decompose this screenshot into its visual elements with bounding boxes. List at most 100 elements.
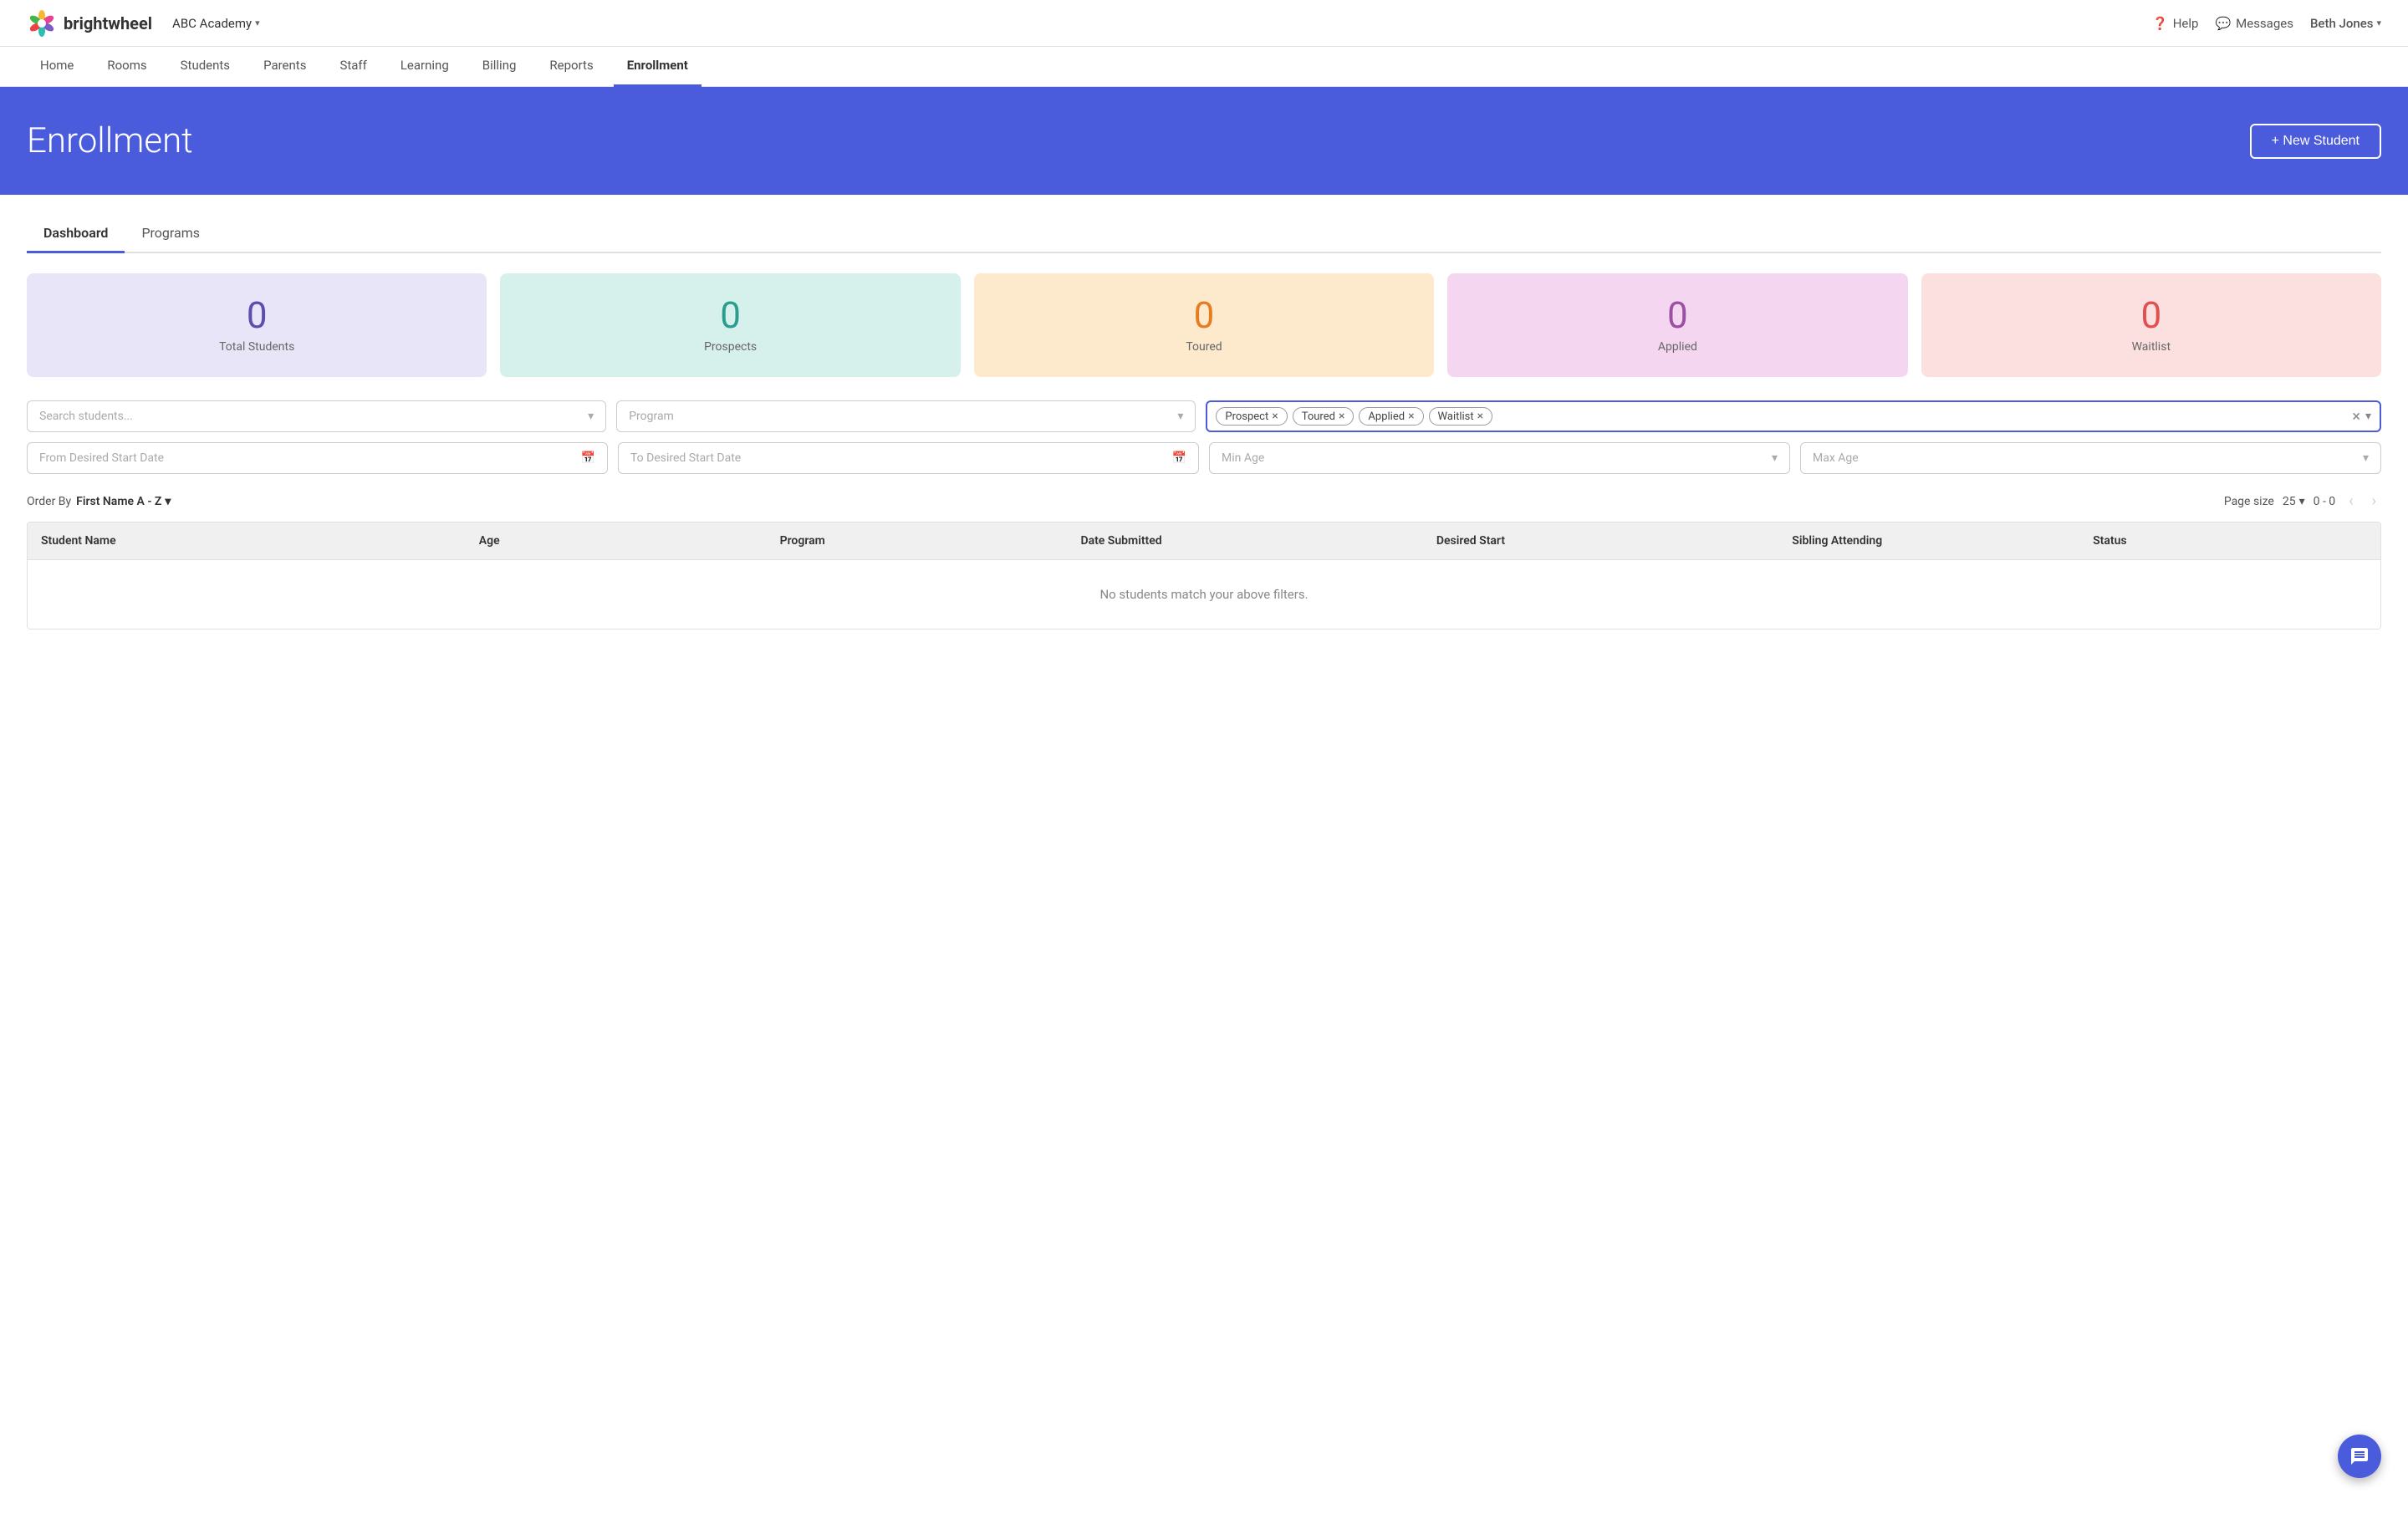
table-header: Student NameAgeProgramDate SubmittedDesi… [28,522,2380,560]
nav-item-parents[interactable]: Parents [250,47,319,87]
filter-tag-label-prospect: Prospect [1225,410,1268,423]
filter-tag-waitlist: Waitlist× [1429,407,1493,426]
no-results-message: No students match your above filters. [28,560,2380,629]
filter-expand-button[interactable]: ▾ [2365,410,2371,423]
table-header-date_submitted: Date Submitted [1067,522,1422,559]
nav-item-staff[interactable]: Staff [326,47,380,87]
status-filter-tags[interactable]: Prospect×Toured×Applied×Waitlist××▾ [1206,400,2381,432]
stat-number-applied: 0 [1667,297,1688,334]
clear-filters-button[interactable]: × [2352,408,2360,426]
pagination-controls: Page size 25 ▾ 0 - 0 ‹ › [2224,491,2381,512]
order-by-selector[interactable]: First Name A - Z ▾ [76,495,171,508]
nav-item-students[interactable]: Students [167,47,243,87]
stat-label-applied: Applied [1658,340,1697,354]
help-button[interactable]: ❓ Help [2152,16,2198,31]
nav-item-rooms[interactable]: Rooms [94,47,160,87]
academy-name: ABC Academy [172,16,252,31]
nav-bar: HomeRoomsStudentsParentsStaffLearningBil… [0,47,2408,87]
page-size-selector[interactable]: 25 ▾ [2283,495,2305,508]
order-by-control: Order By First Name A - Z ▾ [27,495,171,508]
to-date-placeholder: To Desired Start Date [630,451,741,465]
messages-icon: 💬 [2215,16,2231,31]
calendar-icon-to: 📅 [1172,451,1186,465]
top-bar: brightwheel ABC Academy ▾ ❓ Help 💬 Messa… [0,0,2408,47]
search-placeholder: Search students... [39,410,133,423]
filter-tag-label-applied: Applied [1368,410,1405,423]
page-size-label: Page size [2224,495,2274,508]
students-table: Student NameAgeProgramDate SubmittedDesi… [27,522,2381,629]
nav-item-billing[interactable]: Billing [469,47,530,87]
table-header-desired_start: Desired Start [1423,522,1778,559]
stat-number-total: 0 [247,297,268,334]
nav-item-enrollment[interactable]: Enrollment [614,47,701,87]
table-header-status: Status [2079,522,2380,559]
filter-tag-applied: Applied× [1359,407,1423,426]
program-placeholder: Program [629,410,674,423]
filter-tag-remove-toured[interactable]: × [1339,410,1344,423]
from-date-input[interactable]: From Desired Start Date 📅 [27,442,608,474]
filter-tags-controls: ×▾ [2352,408,2371,426]
nav-item-learning[interactable]: Learning [387,47,462,87]
min-age-select[interactable]: Min Age ▾ [1209,442,1790,474]
table-controls: Order By First Name A - Z ▾ Page size 25… [27,491,2381,512]
filter-tag-remove-applied[interactable]: × [1408,410,1414,423]
next-page-button[interactable]: › [2367,491,2381,512]
max-age-select[interactable]: Max Age ▾ [1800,442,2381,474]
prev-page-button[interactable]: ‹ [2344,491,2358,512]
filter-tag-label-waitlist: Waitlist [1438,410,1474,423]
main-content: DashboardPrograms 0 Total Students 0 Pro… [0,195,2408,1529]
min-age-placeholder: Min Age [1222,451,1264,465]
stat-label-toured: Toured [1186,340,1222,354]
messages-label: Messages [2236,16,2293,31]
new-student-button[interactable]: + New Student [2250,124,2381,159]
min-age-chevron-icon: ▾ [1772,451,1778,465]
stat-card-total[interactable]: 0 Total Students [27,273,487,377]
max-age-placeholder: Max Age [1813,451,1859,465]
page-range: 0 - 0 [2314,495,2336,508]
search-students-input[interactable]: Search students... ▾ [27,400,606,432]
max-age-chevron-icon: ▾ [2363,451,2369,465]
stat-card-waitlist[interactable]: 0 Waitlist [1921,273,2381,377]
nav-item-reports[interactable]: Reports [536,47,606,87]
help-label: Help [2173,16,2199,31]
order-by-label: Order By [27,495,71,508]
filter-tag-remove-waitlist[interactable]: × [1477,410,1483,423]
messages-button[interactable]: 💬 Messages [2215,16,2293,31]
table-header-age: Age [466,522,767,559]
user-name-text: Beth Jones [2310,16,2374,31]
program-filter[interactable]: Program ▾ [616,400,1196,432]
user-caret: ▾ [2376,18,2381,28]
top-bar-left: brightwheel ABC Academy ▾ [27,8,260,38]
to-date-input[interactable]: To Desired Start Date 📅 [618,442,1199,474]
table-header-sibling: Sibling Attending [1778,522,2079,559]
filter-tag-remove-prospect[interactable]: × [1272,410,1278,423]
filter-tag-prospect: Prospect × [1216,407,1287,426]
order-by-caret-icon: ▾ [165,495,171,508]
tab-programs[interactable]: Programs [125,215,217,253]
program-chevron-icon: ▾ [1177,410,1183,423]
table-header-name: Student Name [28,522,466,559]
user-menu[interactable]: Beth Jones ▾ [2310,16,2381,31]
hero-section: Enrollment + New Student [0,87,2408,195]
chat-bubble-button[interactable] [2338,1435,2381,1478]
logo[interactable]: brightwheel [27,8,152,38]
table-body: No students match your above filters. [28,560,2380,629]
academy-caret: ▾ [255,18,260,28]
from-date-placeholder: From Desired Start Date [39,451,164,465]
stats-row: 0 Total Students 0 Prospects 0 Toured 0 … [27,273,2381,377]
chat-icon [2349,1446,2370,1466]
logo-text: brightwheel [64,13,152,33]
stat-card-applied[interactable]: 0 Applied [1447,273,1907,377]
page-size-value: 25 [2283,495,2296,508]
filters-row-2: From Desired Start Date 📅 To Desired Sta… [27,442,2381,474]
nav-item-home[interactable]: Home [27,47,87,87]
stat-number-waitlist: 0 [2140,297,2161,334]
stat-card-prospects[interactable]: 0 Prospects [500,273,960,377]
academy-selector[interactable]: ABC Academy ▾ [172,16,260,31]
order-by-value-text: First Name A - Z [76,495,161,508]
stat-card-toured[interactable]: 0 Toured [974,273,1434,377]
stat-label-total: Total Students [219,340,294,354]
tab-dashboard[interactable]: Dashboard [27,215,125,253]
stat-label-prospects: Prospects [704,340,757,354]
stat-number-toured: 0 [1194,297,1215,334]
